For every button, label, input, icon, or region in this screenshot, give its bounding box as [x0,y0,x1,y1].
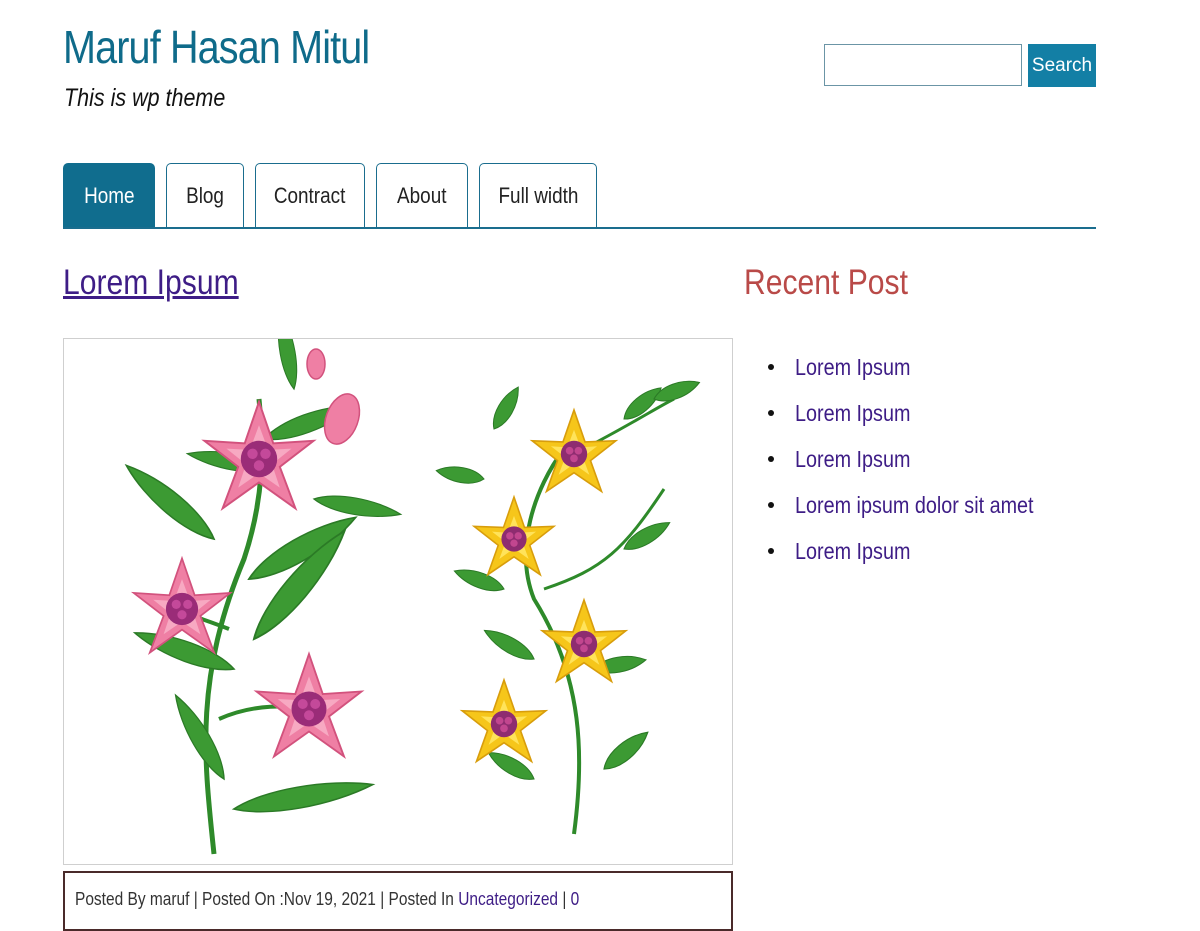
bullet-icon [768,548,774,554]
site-tagline: This is wp theme [64,84,226,112]
recent-post-link[interactable]: Lorem ipsum dolor sit amet [795,492,1034,519]
meta-author: maruf [149,889,190,909]
tab-label: Contract [274,182,346,208]
bullet-icon [768,364,774,370]
recent-post-list: Lorem Ipsum Lorem Ipsum Lorem Ipsum Lore… [766,344,1072,574]
meta-posted-on-label: | Posted On : [189,889,284,909]
site-title[interactable]: Maruf Hasan Mitul [63,20,370,74]
meta-posted-by-label: Posted By [75,889,150,909]
list-item: Lorem Ipsum [766,390,1072,436]
tab-blog[interactable]: Blog [166,163,244,227]
meta-separator: | [558,889,571,909]
tab-label: Full width [498,182,578,208]
list-item: Lorem Ipsum [766,528,1072,574]
meta-posted-in-label: | Posted In [375,889,459,909]
search-input[interactable] [824,44,1022,86]
main-nav: Home Blog Contract About Full width [63,163,1096,229]
recent-post-link[interactable]: Lorem Ipsum [795,538,910,565]
tab-label: About [397,182,447,208]
list-item: Lorem Ipsum [766,436,1072,482]
tab-full-width[interactable]: Full width [479,163,597,227]
tab-home[interactable]: Home [63,163,155,227]
meta-comments-link[interactable]: 0 [571,889,580,909]
tab-label: Home [83,182,135,208]
meta-date: Nov 19, 2021 [283,889,376,909]
bullet-icon [768,410,774,416]
tab-contract[interactable]: Contract [255,163,365,227]
post-meta: Posted By maruf | Posted On :Nov 19, 202… [63,871,733,931]
recent-post-link[interactable]: Lorem Ipsum [795,400,910,427]
post-title[interactable]: Lorem Ipsum [63,263,239,303]
bullet-icon [768,456,774,462]
recent-post-link[interactable]: Lorem Ipsum [795,354,910,381]
recent-post-link[interactable]: Lorem Ipsum [795,446,910,473]
flowers-illustration-icon [118,339,703,855]
meta-category-link[interactable]: Uncategorized [458,889,558,909]
search-button[interactable]: Search [1028,44,1096,87]
recent-post-title: Recent Post [744,263,908,302]
tab-label: Blog [186,182,224,208]
list-item: Lorem ipsum dolor sit amet [766,482,1072,528]
list-item: Lorem Ipsum [766,344,1072,390]
bullet-icon [768,502,774,508]
tab-about[interactable]: About [376,163,468,227]
post-featured-image [63,338,733,865]
